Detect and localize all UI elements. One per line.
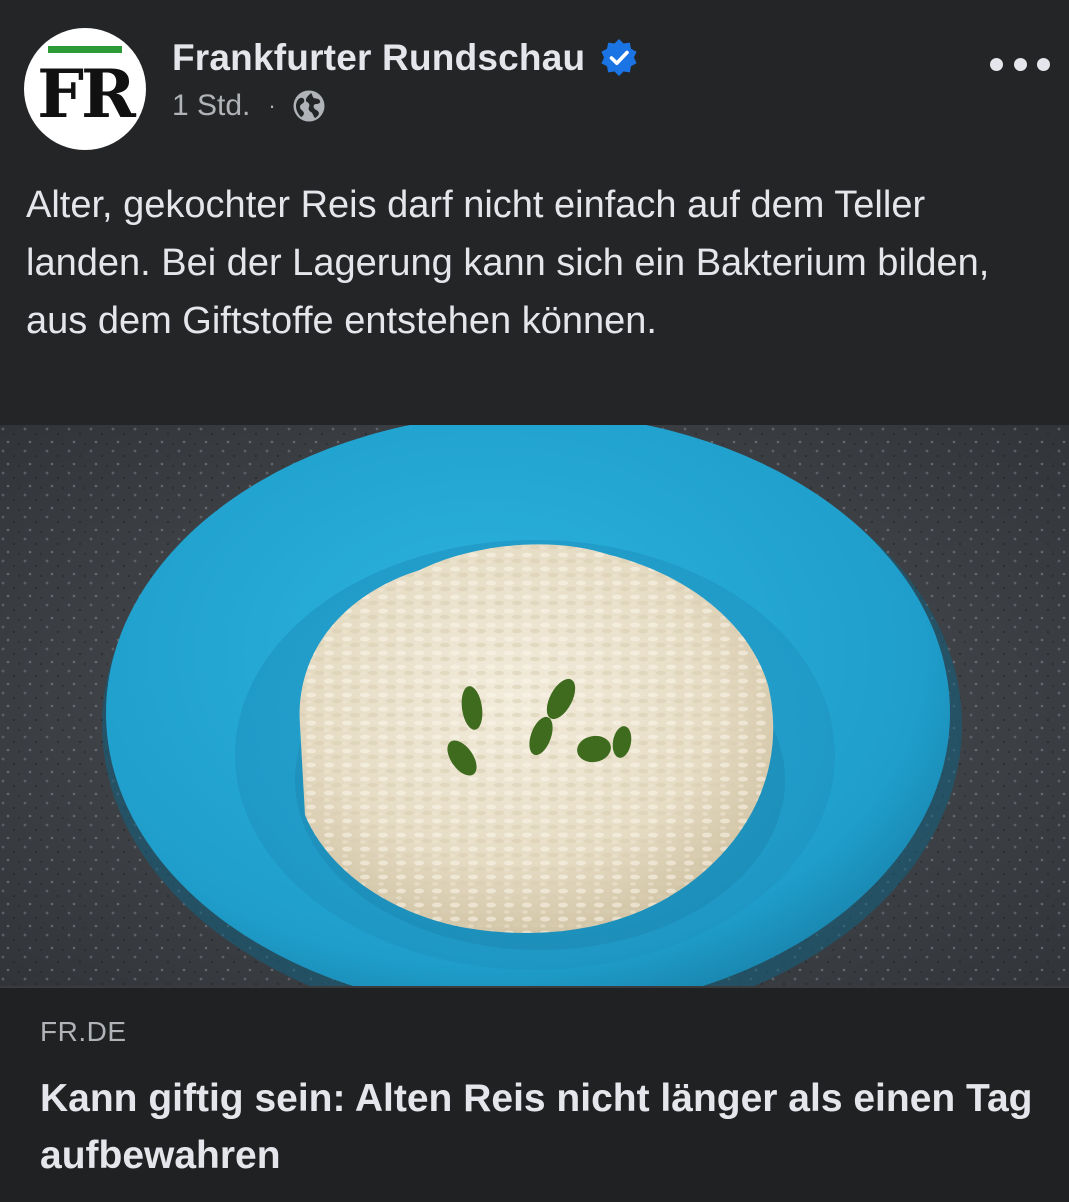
link-domain: FR.DE: [40, 1016, 127, 1047]
post-header: FR Frankfurter Rundschau 1 Std. ·: [0, 0, 1069, 160]
more-dot: [1013, 57, 1027, 71]
link-title[interactable]: Kann giftig sein: Alten Reis nicht länge…: [40, 1070, 1040, 1184]
more-dot: [1037, 57, 1050, 71]
post-image[interactable]: [0, 425, 1069, 986]
more-options-icon[interactable]: [990, 42, 1050, 86]
globe-icon: [293, 90, 325, 122]
rice-plate-photo: [0, 425, 1069, 986]
post-time[interactable]: 1 Std.: [172, 89, 250, 123]
meta-separator: ·: [268, 93, 276, 118]
verified-badge-icon: [601, 39, 637, 76]
logo-green-bar: [48, 46, 122, 53]
post-meta: 1 Std. ·: [172, 86, 326, 126]
avatar-logo-text: FR: [37, 55, 136, 133]
page-name[interactable]: Frankfurter Rundschau: [172, 37, 585, 79]
page-avatar[interactable]: FR: [24, 28, 146, 150]
page-name-row: Frankfurter Rundschau: [172, 36, 639, 80]
link-preview[interactable]: FR.DE Kann giftig sein: Alten Reis nicht…: [0, 986, 1069, 1202]
facebook-post: FR Frankfurter Rundschau 1 Std. · Alter,…: [0, 0, 1069, 1202]
post-text: Alter, gekochter Reis darf nicht einfach…: [26, 184, 990, 342]
more-dot: [990, 57, 1003, 71]
